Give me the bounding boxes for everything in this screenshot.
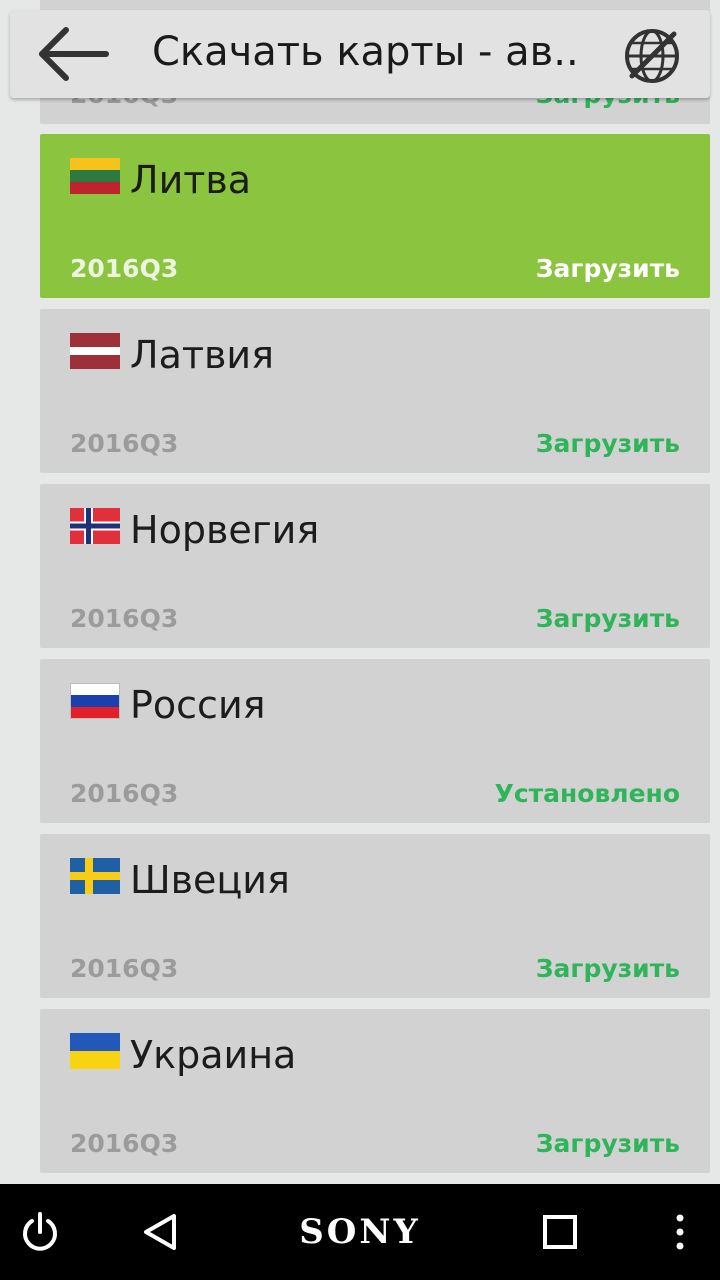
item-name: Норвегия [130, 508, 320, 552]
list-item-sweden[interactable]: Швеция 2016Q3 Загрузить [40, 834, 710, 998]
item-action-download[interactable]: Загрузить [536, 254, 680, 284]
item-name: Швеция [130, 858, 290, 902]
item-status-installed: Установлено [494, 779, 680, 808]
power-icon[interactable] [10, 1184, 70, 1280]
item-action-download[interactable]: Загрузить [536, 604, 680, 634]
country-list[interactable]: 2016Q3 Загрузить Литва 2016Q3 Загрузить [0, 0, 720, 1184]
item-version: 2016Q3 [70, 604, 179, 633]
lithuania-flag-icon [70, 158, 120, 194]
screen: 2016Q3 Загрузить Литва 2016Q3 Загрузить [0, 0, 720, 1280]
list-item-norway[interactable]: Норвегия 2016Q3 Загрузить [40, 484, 710, 648]
arrow-left-icon[interactable] [36, 24, 112, 84]
item-name: Латвия [130, 333, 274, 377]
item-name: Россия [130, 683, 266, 727]
item-action-download[interactable]: Загрузить [536, 1129, 680, 1159]
page-title: Скачать карты - ав.. [152, 29, 579, 75]
latvia-flag-icon [70, 333, 120, 369]
russia-flag-icon [70, 683, 120, 719]
item-version: 2016Q3 [70, 1129, 179, 1158]
item-action-download[interactable]: Загрузить [536, 954, 680, 984]
list-item-russia[interactable]: Россия 2016Q3 Установлено [40, 659, 710, 823]
ukraine-flag-icon [70, 1033, 120, 1069]
list-item-lithuania[interactable]: Литва 2016Q3 Загрузить [40, 134, 710, 298]
globe-crossed-icon[interactable] [622, 26, 682, 86]
item-version: 2016Q3 [70, 779, 179, 808]
item-name: Литва [130, 158, 252, 202]
sony-logo: SONY [299, 1212, 421, 1252]
sweden-flag-icon [70, 858, 120, 894]
item-version: 2016Q3 [70, 954, 179, 983]
list-item-latvia[interactable]: Латвия 2016Q3 Загрузить [40, 309, 710, 473]
app-header: Скачать карты - ав.. [10, 10, 710, 98]
item-version: 2016Q3 [70, 254, 179, 283]
item-action-download[interactable]: Загрузить [536, 429, 680, 459]
more-vertical-icon[interactable] [660, 1184, 700, 1280]
item-name: Украина [130, 1033, 297, 1077]
item-version: 2016Q3 [70, 429, 179, 458]
list-item-ukraine[interactable]: Украина 2016Q3 Загрузить [40, 1009, 710, 1173]
norway-flag-icon [70, 508, 120, 544]
back-triangle-icon[interactable] [130, 1184, 190, 1280]
system-navbar: SONY [0, 1184, 720, 1280]
square-recents-icon[interactable] [530, 1184, 590, 1280]
